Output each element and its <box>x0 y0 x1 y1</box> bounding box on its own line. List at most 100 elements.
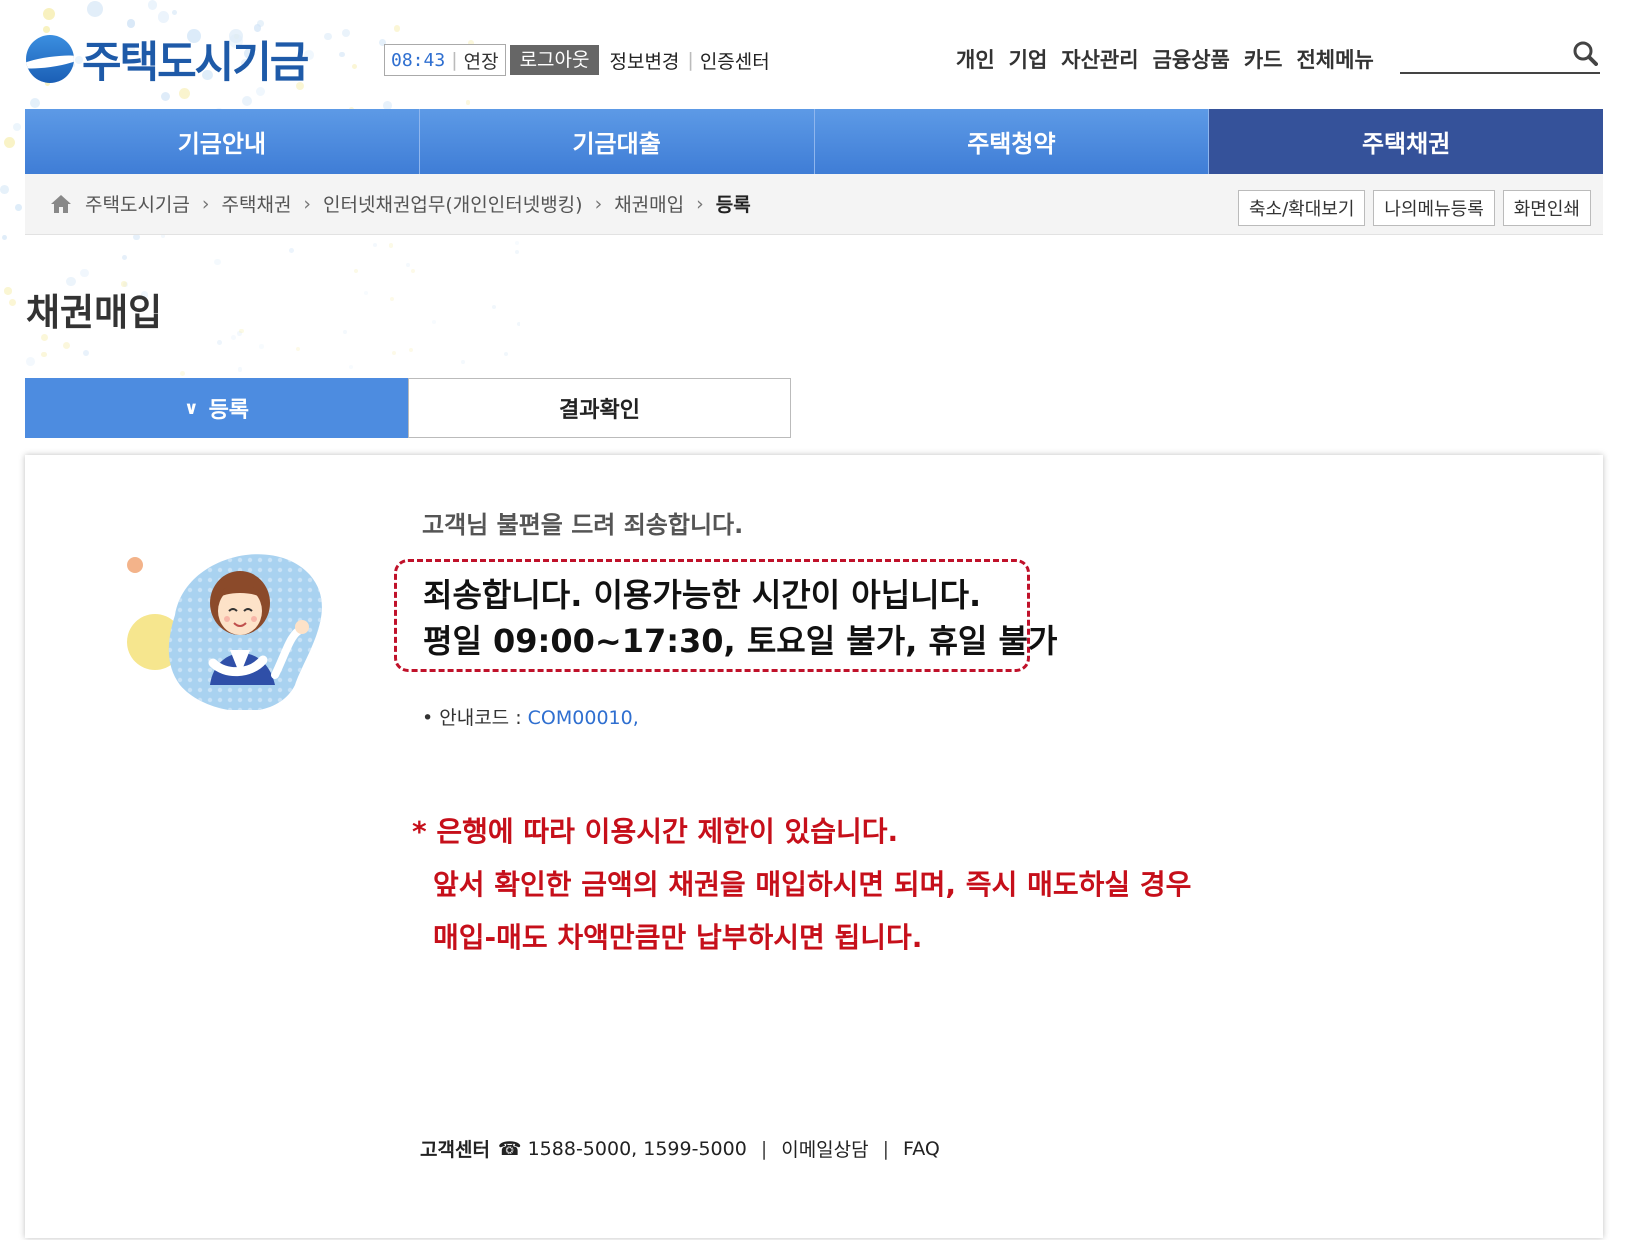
session-bar: 08:43 | 연장 로그아웃 정보변경 | 인증센터 <box>384 44 770 76</box>
background-dot <box>26 356 35 366</box>
faq-link[interactable]: FAQ <box>903 1138 940 1160</box>
error-notice-box: 죄송합니다. 이용가능한 시간이 아닙니다. 평일 09:00~17:30, 토… <box>394 559 1058 672</box>
red-notice: * 은행에 따라 이용시간 제한이 있습니다. 앞서 확인한 금액의 채권을 매… <box>412 805 1191 964</box>
page-util-buttons: 축소/확대보기 나의메뉴등록 화면인쇄 <box>1237 190 1591 226</box>
background-dot <box>517 322 520 327</box>
background-dot <box>324 32 332 41</box>
breadcrumb-item[interactable]: 주택채권 <box>222 190 292 217</box>
background-dot <box>431 320 436 325</box>
error-heading: 고객님 불편을 드려 죄송합니다. <box>422 511 744 539</box>
util-menu-business[interactable]: 기업 <box>1009 44 1048 74</box>
background-dot <box>216 339 222 345</box>
utility-menu: 개인 기업 자산관리 금융상품 카드 전체메뉴 <box>956 44 1374 74</box>
background-dot <box>259 344 264 349</box>
background-dot <box>4 287 12 295</box>
background-dot <box>393 25 401 33</box>
divider: | <box>760 1137 768 1160</box>
background-dot <box>214 258 221 266</box>
email-consult-link[interactable]: 이메일상담 <box>781 1135 868 1162</box>
home-icon[interactable] <box>49 193 73 215</box>
util-menu-personal[interactable]: 개인 <box>956 44 995 74</box>
logo-text: 주택도시기금 <box>82 38 309 88</box>
guide-code-label: • 안내코드 : <box>422 707 528 729</box>
phone-numbers: 1588-5000, 1599-5000 <box>527 1137 747 1160</box>
background-dot <box>171 10 177 16</box>
util-menu-asset[interactable]: 자산관리 <box>1061 44 1138 74</box>
chevron-right-icon: › <box>696 192 704 215</box>
background-dot <box>390 297 395 302</box>
breadcrumb-item[interactable]: 주택도시기금 <box>85 190 190 217</box>
tab-label: 등록 <box>208 398 250 423</box>
background-dot <box>515 250 520 255</box>
service-hours-line: 평일 09:00~17:30, 토요일 불가, 휴일 불가 <box>423 622 1058 660</box>
background-dot <box>288 247 294 253</box>
print-button[interactable]: 화면인쇄 <box>1502 190 1591 226</box>
background-dot <box>405 263 410 268</box>
session-timer: 08:43 | 연장 <box>384 44 506 76</box>
background-dot <box>388 243 393 248</box>
background-dot <box>1 235 7 241</box>
divider: | <box>451 49 458 71</box>
guide-code: • 안내코드 : COM00010, <box>422 703 639 730</box>
breadcrumb-item[interactable]: 채권매입 <box>614 190 684 217</box>
info-change-link[interactable]: 정보변경 <box>609 47 679 74</box>
background-dot <box>466 100 471 105</box>
page-title: 채권매입 <box>26 291 163 334</box>
search-icon[interactable] <box>1572 40 1598 66</box>
chevron-right-icon: › <box>594 192 603 215</box>
background-dot <box>409 347 414 352</box>
nav-housing-subscription[interactable]: 주택청약 <box>814 109 1210 174</box>
chevron-down-icon: ∨ <box>183 397 199 419</box>
background-dot <box>461 360 466 365</box>
background-dot <box>343 330 348 335</box>
nav-fund-info[interactable]: 기금안내 <box>25 109 420 174</box>
util-menu-all[interactable]: 전체메뉴 <box>1296 44 1373 74</box>
tab-register[interactable]: ∨ 등록 <box>25 378 408 438</box>
nav-housing-bond[interactable]: 주택채권 <box>1209 109 1603 174</box>
red-notice-line: * 은행에 따라 이용시간 제한이 있습니다. <box>412 815 899 848</box>
divider: | <box>687 49 694 71</box>
util-menu-products[interactable]: 금융상품 <box>1153 44 1230 74</box>
util-menu-card[interactable]: 카드 <box>1244 44 1283 74</box>
logo[interactable]: 주택도시기금 <box>26 28 309 90</box>
red-notice-line: 앞서 확인한 금액의 채권을 매입하시면 되며, 즉시 매도하실 경우 <box>433 868 1192 901</box>
background-dot <box>339 51 346 58</box>
session-time: 08:43 <box>391 49 446 71</box>
nav-fund-loan[interactable]: 기금대출 <box>419 109 815 174</box>
background-dot <box>230 335 236 341</box>
search-box <box>1400 36 1600 74</box>
my-menu-button[interactable]: 나의메뉴등록 <box>1373 190 1495 226</box>
background-dot <box>354 268 359 273</box>
background-dot <box>351 64 358 70</box>
background-dot <box>160 92 170 102</box>
breadcrumb-item[interactable]: 인터넷채권업무(개인인터넷뱅킹) <box>323 190 583 217</box>
background-dot <box>29 97 40 108</box>
background-dot <box>410 268 415 273</box>
background-dot <box>503 352 508 357</box>
chevron-right-icon: › <box>201 192 210 215</box>
background-dot <box>238 367 243 372</box>
background-dot <box>158 11 170 23</box>
background-dot <box>341 29 350 37</box>
extend-button[interactable]: 연장 <box>464 47 499 74</box>
logout-button[interactable]: 로그아웃 <box>509 45 600 75</box>
cert-center-link[interactable]: 인증센터 <box>700 47 770 74</box>
phone-icon: ☎ <box>497 1137 522 1160</box>
content-panel: 고객님 불편을 드려 죄송합니다. 죄송합니다. 이용가능한 시간이 아닙니다.… <box>25 455 1603 1238</box>
zoom-button[interactable]: 축소/확대보기 <box>1237 190 1366 226</box>
background-dot <box>86 1 103 17</box>
chevron-right-icon: › <box>303 192 312 215</box>
background-dot <box>296 347 301 352</box>
background-dot <box>348 365 353 370</box>
background-dot <box>364 291 369 295</box>
tab-result[interactable]: 결과확인 <box>408 378 791 438</box>
red-notice-line: 매입-매도 차액만큼만 납부하시면 됩니다. <box>433 921 923 954</box>
background-dot <box>392 351 396 356</box>
background-dot <box>126 19 136 28</box>
background-dot <box>372 242 378 248</box>
search-input[interactable] <box>1400 36 1554 68</box>
breadcrumb-bar: 주택도시기금 › 주택채권 › 인터넷채권업무(개인인터넷뱅킹) › 채권매입 … <box>25 174 1603 235</box>
background-dot <box>80 268 89 278</box>
tab-bar: ∨ 등록 결과확인 <box>25 378 791 438</box>
error-message-line: 죄송합니다. 이용가능한 시간이 아닙니다. <box>423 576 982 614</box>
